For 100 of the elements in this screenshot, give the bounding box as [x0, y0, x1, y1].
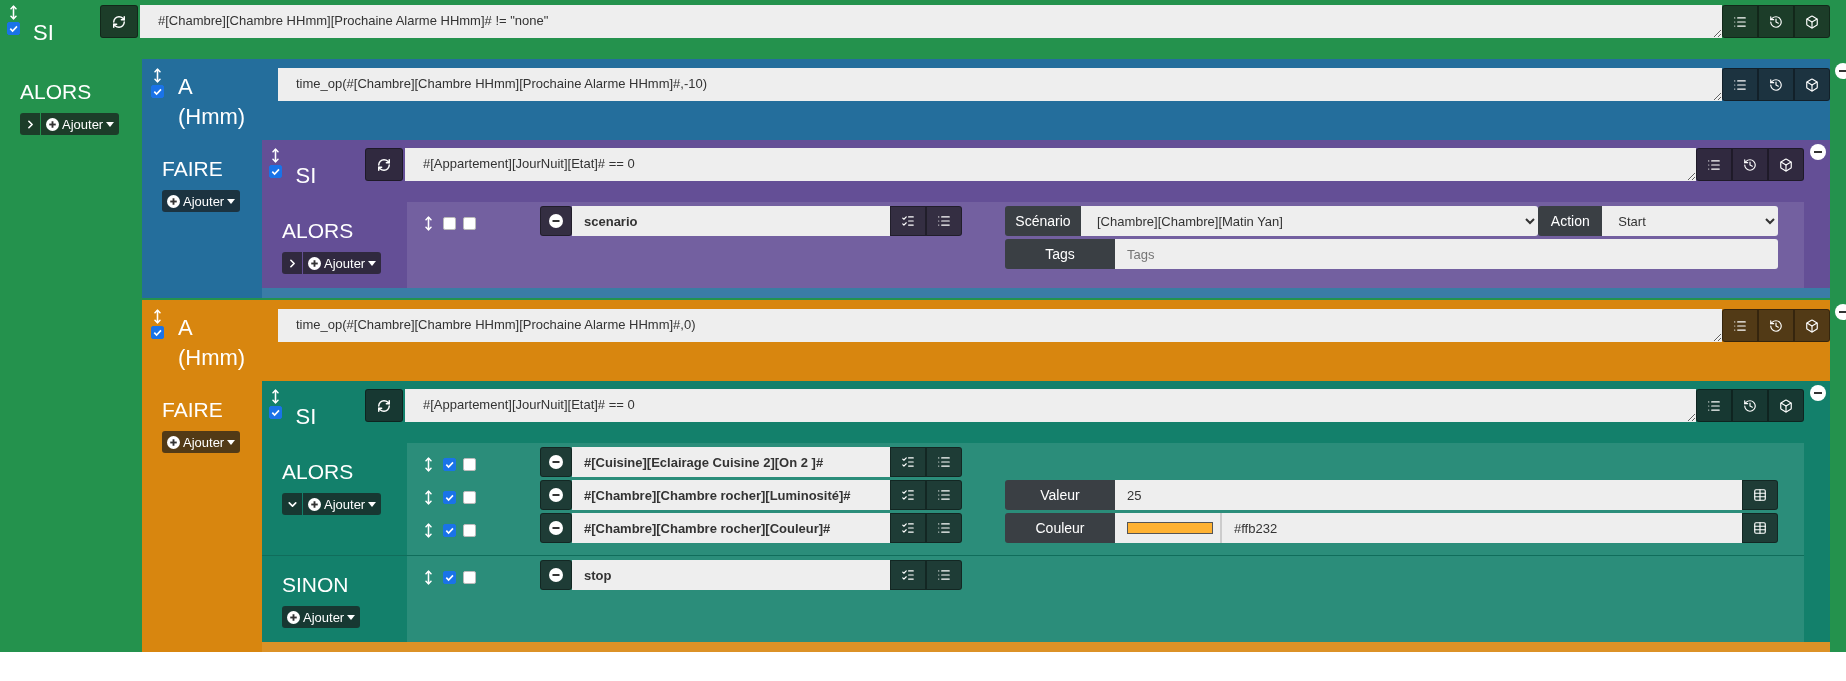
- option-label: Couleur: [1005, 513, 1115, 543]
- expression-field[interactable]: #[Chambre][Chambre HHmm][Prochaine Alarme HHmm]# != "none": [140, 5, 1722, 38]
- remove-button[interactable]: [540, 513, 572, 543]
- list-checks-icon: [901, 488, 915, 502]
- list-button[interactable]: [926, 560, 962, 590]
- section-label: FAIRE: [162, 397, 223, 423]
- table-button[interactable]: [1742, 480, 1778, 510]
- add-button[interactable]: Ajouter: [41, 113, 120, 135]
- expression-field[interactable]: #[Appartement][JourNuit][Etat]# == 0: [405, 389, 1696, 422]
- history-button[interactable]: [1758, 68, 1794, 101]
- enable-checkbox[interactable]: [443, 490, 456, 504]
- remove-button[interactable]: [540, 206, 572, 236]
- list-button[interactable]: [1696, 148, 1732, 181]
- minus-circle-icon: [549, 521, 563, 535]
- enable-checkbox[interactable]: [7, 22, 21, 35]
- enable-checkbox[interactable]: [443, 457, 456, 471]
- cube-button[interactable]: [1794, 309, 1830, 342]
- option-label: Action: [1538, 206, 1603, 236]
- command-field[interactable]: #[Chambre][Chambre rocher][Luminosité]#: [572, 480, 890, 510]
- parallel-checkbox[interactable]: [463, 490, 476, 504]
- list-button[interactable]: [1722, 309, 1758, 342]
- command-field[interactable]: #[Chambre][Chambre rocher][Couleur]#: [572, 513, 890, 543]
- enable-checkbox[interactable]: [150, 326, 164, 339]
- option-select[interactable]: [Chambre][Chambre][Matin Yan]: [1081, 206, 1539, 236]
- enable-checkbox[interactable]: [443, 523, 456, 537]
- list-button[interactable]: [926, 513, 962, 543]
- add-button[interactable]: Ajouter: [162, 431, 241, 453]
- minus-circle-icon: [549, 214, 563, 228]
- parallel-checkbox[interactable]: [463, 457, 476, 471]
- expression-field[interactable]: #[Appartement][JourNuit][Etat]# == 0: [405, 148, 1696, 181]
- command-field[interactable]: #[Cuisine][Eclairage Cuisine 2][On 2 ]#: [572, 447, 890, 477]
- history-icon: [1743, 157, 1757, 172]
- add-button[interactable]: Ajouter: [303, 252, 382, 274]
- value-field[interactable]: 25: [1115, 480, 1742, 510]
- list-button[interactable]: [926, 206, 962, 236]
- list-checks-button[interactable]: [890, 447, 926, 477]
- list-checks-icon: [901, 568, 915, 582]
- option-select[interactable]: Start: [1602, 206, 1778, 236]
- command-field[interactable]: scenario: [572, 206, 890, 236]
- cube-button[interactable]: [1768, 389, 1804, 422]
- color-picker[interactable]: [1115, 513, 1222, 543]
- list-button[interactable]: [1722, 68, 1758, 101]
- history-button[interactable]: [1758, 5, 1794, 38]
- table-icon: [1753, 488, 1767, 502]
- collapse-button[interactable]: [282, 252, 302, 274]
- enable-checkbox[interactable]: [269, 165, 283, 178]
- list-icon: [1707, 398, 1721, 413]
- cube-button[interactable]: [1794, 68, 1830, 101]
- enable-checkbox[interactable]: [150, 85, 164, 98]
- list-checks-button[interactable]: [890, 560, 926, 590]
- block-label: A (Hmm): [178, 314, 247, 372]
- table-button[interactable]: [1742, 513, 1778, 543]
- color-value-field[interactable]: #ffb232: [1222, 513, 1742, 543]
- list-checks-button[interactable]: [890, 513, 926, 543]
- expression-field[interactable]: time_op(#[Chambre][Chambre HHmm][Prochaine Alarme HHmm]#,-10): [278, 68, 1722, 101]
- remove-button[interactable]: [540, 447, 572, 477]
- remove-icon[interactable]: [1810, 385, 1826, 401]
- list-button[interactable]: [1696, 389, 1732, 422]
- minus-circle-icon: [549, 455, 563, 469]
- history-button[interactable]: [1758, 309, 1794, 342]
- refresh-button[interactable]: [365, 148, 403, 181]
- history-button[interactable]: [1732, 148, 1768, 181]
- add-button[interactable]: Ajouter: [162, 190, 241, 212]
- parallel-checkbox[interactable]: [463, 570, 476, 584]
- refresh-button[interactable]: [365, 389, 403, 422]
- list-button[interactable]: [1722, 5, 1758, 38]
- refresh-icon: [377, 398, 391, 413]
- cube-icon: [1805, 77, 1819, 92]
- collapse-button[interactable]: [282, 493, 302, 515]
- section-label: ALORS: [282, 459, 354, 485]
- list-icon: [1733, 14, 1747, 29]
- plus-circle-icon: [46, 117, 59, 131]
- enable-checkbox[interactable]: [443, 570, 456, 584]
- history-button[interactable]: [1732, 389, 1768, 422]
- list-icon: [1733, 318, 1747, 333]
- list-icon: [937, 568, 951, 582]
- parallel-checkbox[interactable]: [463, 216, 476, 230]
- list-checks-button[interactable]: [890, 480, 926, 510]
- tags-field[interactable]: Tags: [1115, 239, 1778, 269]
- parallel-checkbox[interactable]: [463, 523, 476, 537]
- plus-circle-icon: [167, 435, 180, 449]
- add-button[interactable]: Ajouter: [282, 606, 361, 628]
- list-icon: [937, 214, 951, 228]
- cube-button[interactable]: [1768, 148, 1804, 181]
- enable-checkbox[interactable]: [269, 406, 283, 419]
- refresh-button[interactable]: [100, 5, 138, 38]
- remove-button[interactable]: [540, 480, 572, 510]
- expression-field[interactable]: time_op(#[Chambre][Chambre HHmm][Prochaine Alarme HHmm]#,0): [278, 309, 1722, 342]
- list-button[interactable]: [926, 480, 962, 510]
- list-checks-button[interactable]: [890, 206, 926, 236]
- cube-icon: [1805, 318, 1819, 333]
- cube-button[interactable]: [1794, 5, 1830, 38]
- command-field[interactable]: stop: [572, 560, 890, 590]
- remove-button[interactable]: [540, 560, 572, 590]
- add-button[interactable]: Ajouter: [303, 493, 382, 515]
- collapse-button[interactable]: [20, 113, 40, 135]
- list-button[interactable]: [926, 447, 962, 477]
- enable-checkbox[interactable]: [443, 216, 456, 230]
- list-checks-icon: [901, 214, 915, 228]
- remove-icon[interactable]: [1810, 144, 1826, 160]
